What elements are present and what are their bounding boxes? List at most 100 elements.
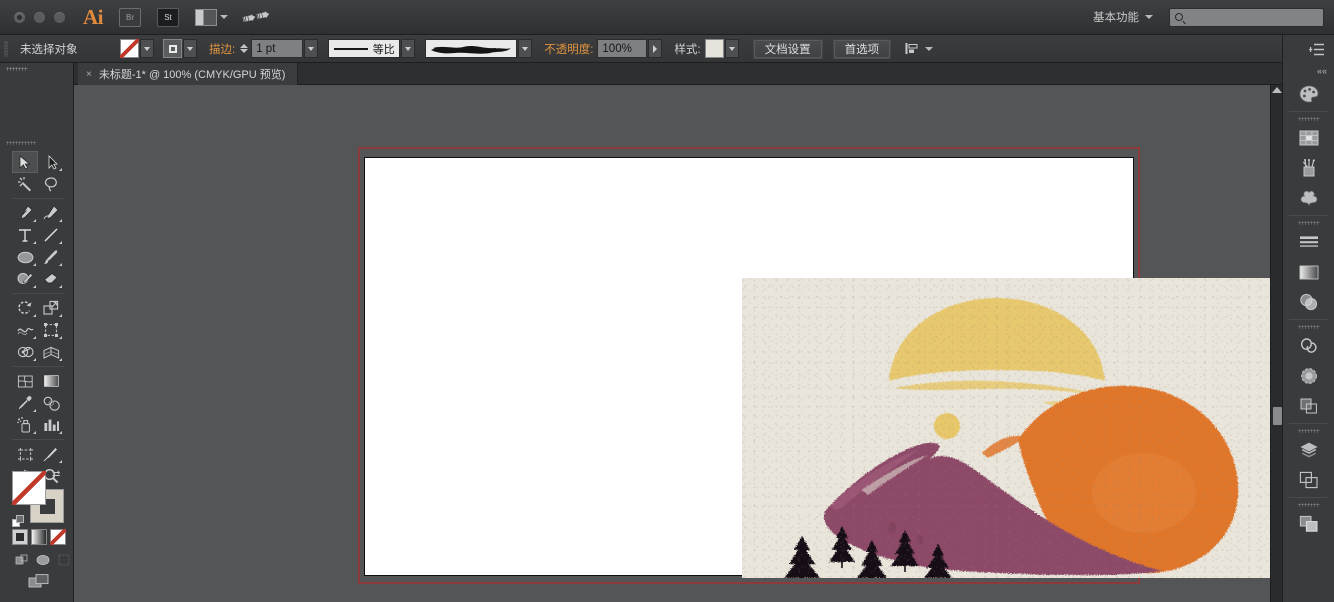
gradient-mode-button[interactable] [31,529,47,545]
dock-group-grip-3[interactable] [1283,322,1334,331]
width-tool[interactable] [12,319,38,341]
layers-panel-icon[interactable] [1283,435,1334,465]
rocket-icon[interactable]: ➠➠ [240,4,272,29]
vertical-scrollbar-thumb[interactable] [1273,407,1282,425]
symbol-sprayer-tool[interactable] [12,414,38,436]
graphic-style-swatch[interactable] [705,39,724,58]
screen-mode-button[interactable] [28,573,50,594]
draw-normal-icon[interactable] [14,553,29,566]
stock-icon[interactable]: St [157,8,179,27]
blend-tool[interactable] [38,392,64,414]
dock-menu-button[interactable] [1283,35,1334,63]
document-tab[interactable]: × 未标题-1* @ 100% (CMYK/GPU 预览) [78,63,298,85]
transparency-panel-icon[interactable] [1283,287,1334,317]
default-fill-stroke-icon[interactable] [12,515,25,528]
scroll-up-icon[interactable] [1272,87,1282,93]
type-tool[interactable] [12,224,38,246]
brushes-panel-icon[interactable] [1283,153,1334,183]
asset-export-panel-icon[interactable] [1283,509,1334,539]
color-panel-icon[interactable] [1283,79,1334,109]
minimize-window-button[interactable] [34,12,45,23]
swap-fill-stroke-icon[interactable]: ⇄ [52,469,60,480]
stroke-profile-control[interactable]: 等比 [328,39,415,58]
selection-tool[interactable] [12,151,38,173]
gradient-panel-icon[interactable] [1283,257,1334,287]
artboard-tool[interactable] [12,443,38,465]
artboards-panel-icon[interactable] [1283,465,1334,495]
artboard[interactable] [364,157,1134,576]
vertical-scrollbar[interactable] [1270,85,1282,602]
eraser-tool[interactable] [38,268,64,290]
bridge-icon[interactable]: Br [119,8,141,27]
stroke-weight-control[interactable]: 1 pt [251,39,318,58]
curvature-tool[interactable] [38,202,64,224]
fill-swatch[interactable] [120,39,139,58]
document-setup-button[interactable]: 文档设置 [753,39,823,59]
dock-group-grip-5[interactable] [1283,500,1334,509]
brush-preview[interactable] [425,39,517,58]
brush-definition-control[interactable] [425,39,532,58]
opacity-value[interactable]: 100% [597,39,647,58]
magic-wand-tool[interactable] [12,173,38,195]
stroke-weight-dropdown-button[interactable] [304,39,318,58]
direct-selection-tool[interactable] [38,151,64,173]
fill-dropdown-button[interactable] [140,39,154,58]
window-controls[interactable] [14,12,65,23]
paintbrush-tool[interactable] [38,246,64,268]
align-control[interactable] [905,42,933,55]
opacity-control[interactable]: 100% [597,39,662,58]
opacity-dropdown-button[interactable] [648,39,662,58]
stroke-profile-dropdown-button[interactable] [401,39,415,58]
dock-group-grip[interactable] [1283,114,1334,123]
brush-dropdown-button[interactable] [518,39,532,58]
stroke-color-control[interactable] [163,39,197,58]
stroke-swatch[interactable] [163,39,182,58]
shape-builder-tool[interactable] [12,341,38,363]
preferences-button[interactable]: 首选项 [833,39,892,59]
graphic-style-dropdown-button[interactable] [725,39,739,58]
close-window-button[interactable] [14,12,25,23]
fill-color-box[interactable] [12,471,46,505]
stroke-weight-stepper[interactable] [240,44,248,53]
free-transform-tool[interactable] [38,319,64,341]
slice-tool[interactable] [38,443,64,465]
color-swatch-mode-button[interactable] [12,529,28,545]
swatches-panel-icon[interactable] [1283,123,1334,153]
workspace-switcher[interactable]: 基本功能 [1085,6,1161,28]
lasso-tool[interactable] [38,173,64,195]
dock-group-grip-2[interactable] [1283,218,1334,227]
arrange-documents-icon[interactable] [195,9,228,26]
appearance-panel-icon[interactable] [1283,361,1334,391]
fill-color-control[interactable] [120,39,154,58]
pathfinder-panel-icon[interactable] [1283,391,1334,421]
column-graph-tool[interactable] [38,414,64,436]
cc-libraries-panel-icon[interactable] [1283,331,1334,361]
search-input[interactable] [1169,8,1324,27]
perspective-grid-tool[interactable] [38,341,64,363]
none-mode-button[interactable] [50,529,66,545]
stroke-panel-icon[interactable] [1283,227,1334,257]
tools-panel-collapse-icon[interactable] [6,67,28,71]
shaper-tool[interactable] [12,268,38,290]
canvas-area[interactable] [74,85,1270,602]
stroke-dropdown-button[interactable] [183,39,197,58]
close-icon[interactable]: × [86,69,92,80]
stroke-profile-preview[interactable]: 等比 [328,39,400,58]
maximize-window-button[interactable] [54,12,65,23]
collapse-panels-button[interactable]: «« [1283,63,1334,79]
draw-behind-icon[interactable] [35,553,50,566]
gradient-tool[interactable] [38,370,64,392]
eyedropper-tool[interactable] [12,392,38,414]
ellipse-tool[interactable] [12,246,38,268]
stroke-weight-value[interactable]: 1 pt [251,39,303,58]
scale-tool[interactable] [38,297,64,319]
mesh-tool[interactable] [12,370,38,392]
dock-group-grip-4[interactable] [1283,426,1334,435]
symbols-panel-icon[interactable] [1283,183,1334,213]
control-bar-grip[interactable] [4,41,8,57]
artwork-illustration[interactable] [742,278,1270,578]
tools-panel-grip[interactable] [6,141,36,145]
graphic-style-control[interactable] [705,39,739,58]
rotate-tool[interactable] [12,297,38,319]
line-segment-tool[interactable] [38,224,64,246]
